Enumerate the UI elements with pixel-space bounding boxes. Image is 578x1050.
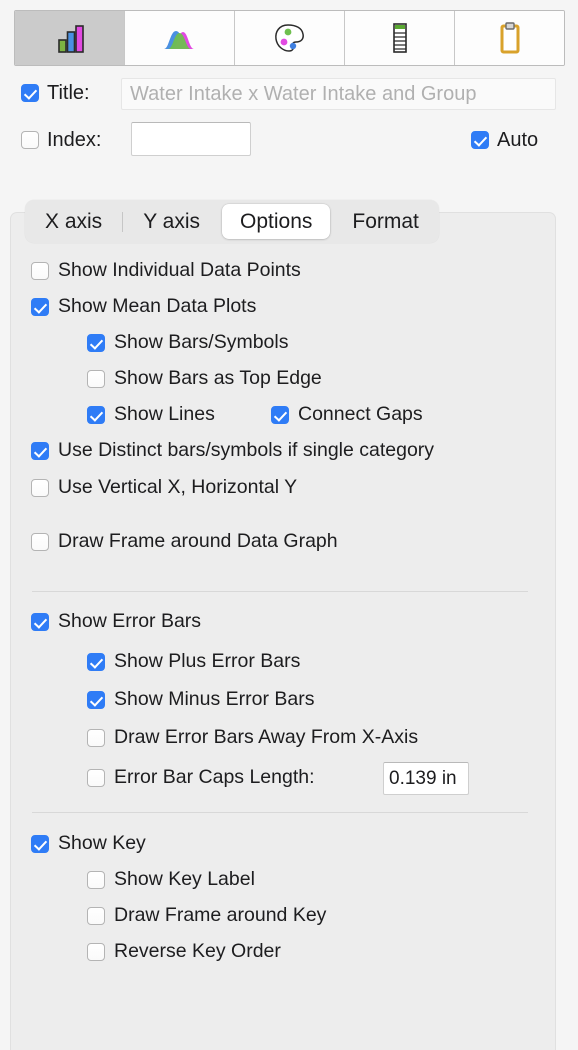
option-show-key[interactable]: Show Key (31, 832, 146, 854)
index-label: Index: (47, 129, 102, 151)
option-label: Error Bar Caps Length: (114, 766, 315, 788)
tab-options[interactable]: Options (222, 204, 331, 239)
option-label: Use Vertical X, Horizontal Y (58, 476, 298, 498)
title-label: Title: (47, 82, 90, 104)
option-show-mean-data-plots[interactable]: Show Mean Data Plots (31, 295, 257, 317)
auto-label: Auto (497, 129, 539, 151)
show-bars-symbols-checkbox[interactable] (87, 333, 105, 352)
draw-error-bars-away-from-x-axis-checkbox[interactable] (87, 728, 105, 747)
show-lines-checkbox[interactable] (87, 405, 105, 424)
show-minus-error-bars-checkbox[interactable] (87, 690, 105, 709)
section-divider-2 (32, 812, 528, 813)
show-mean-data-plots-checkbox[interactable] (31, 297, 49, 316)
distribution-curve-icon (163, 31, 194, 49)
tab-divider (122, 211, 124, 232)
tab-bar[interactable]: X axis Y axis Options Format (25, 200, 439, 243)
title-row: Title: Water Intake x Water Intake and G… (0, 76, 578, 112)
index-checkbox[interactable] (21, 131, 39, 149)
option-use-vertical-x-horizontal-y[interactable]: Use Vertical X, Horizontal Y (31, 476, 298, 498)
option-label: Show Bars/Symbols (114, 331, 289, 353)
tab-x-axis[interactable]: X axis (27, 204, 120, 239)
toolbar-button-graph[interactable] (15, 11, 125, 65)
option-label: Show Key Label (114, 868, 255, 890)
title-input[interactable]: Water Intake x Water Intake and Group (121, 78, 556, 110)
error-bar-caps-length-checkbox[interactable] (87, 768, 105, 787)
option-label: Show Bars as Top Edge (114, 367, 322, 389)
connect-gaps-checkbox[interactable] (271, 405, 289, 424)
option-label: Reverse Key Order (114, 940, 281, 962)
option-label: Show Key (58, 832, 146, 854)
option-label: Draw Frame around Data Graph (58, 530, 338, 552)
option-show-bars-as-top-edge[interactable]: Show Bars as Top Edge (87, 367, 322, 389)
option-show-individual-data-points[interactable]: Show Individual Data Points (31, 259, 301, 281)
toolbar-button-colors[interactable] (235, 11, 345, 65)
option-show-key-label[interactable]: Show Key Label (87, 868, 255, 890)
index-input[interactable] (131, 122, 251, 156)
option-show-minus-error-bars[interactable]: Show Minus Error Bars (87, 688, 315, 710)
error-bar-caps-length-input[interactable]: 0.139 in (383, 762, 469, 795)
section-divider-1 (32, 591, 528, 592)
bar-chart-icon (57, 25, 84, 53)
option-label: Show Mean Data Plots (58, 295, 257, 317)
show-error-bars-checkbox[interactable] (31, 612, 49, 631)
index-row: Index: Auto (0, 122, 578, 162)
option-show-error-bars[interactable]: Show Error Bars (31, 610, 202, 632)
draw-frame-around-data-graph-checkbox[interactable] (31, 532, 49, 551)
option-label: Show Minus Error Bars (114, 688, 315, 710)
option-use-distinct-bars-symbols[interactable]: Use Distinct bars/symbols if single cate… (31, 439, 435, 461)
option-reverse-key-order[interactable]: Reverse Key Order (87, 940, 281, 962)
tab-format[interactable]: Format (334, 204, 437, 239)
draw-frame-around-key-checkbox[interactable] (87, 906, 105, 925)
option-label: Use Distinct bars/symbols if single cate… (58, 439, 435, 461)
reverse-key-order-checkbox[interactable] (87, 942, 105, 961)
option-label: Draw Error Bars Away From X-Axis (114, 726, 419, 748)
option-draw-frame-around-data-graph[interactable]: Draw Frame around Data Graph (31, 530, 338, 552)
option-error-bar-caps-length[interactable]: Error Bar Caps Length: (87, 766, 315, 788)
show-key-checkbox[interactable] (31, 834, 49, 853)
option-label: Connect Gaps (298, 403, 423, 425)
option-show-plus-error-bars[interactable]: Show Plus Error Bars (87, 650, 301, 672)
tab-y-axis[interactable]: Y axis (125, 204, 218, 239)
option-label: Draw Frame around Key (114, 904, 327, 926)
option-label: Show Lines (114, 403, 215, 425)
show-bars-as-top-edge-checkbox[interactable] (87, 369, 105, 388)
option-label: Show Individual Data Points (58, 259, 301, 281)
show-plus-error-bars-checkbox[interactable] (87, 652, 105, 671)
toolbar-button-clipboard[interactable] (455, 11, 564, 65)
title-checkbox[interactable] (21, 84, 39, 102)
view-toolbar[interactable] (14, 10, 565, 66)
legend-icon (392, 23, 407, 53)
palette-icon (274, 24, 304, 52)
option-label: Show Error Bars (58, 610, 202, 632)
option-show-bars-symbols[interactable]: Show Bars/Symbols (87, 331, 289, 353)
option-show-lines[interactable]: Show Lines (87, 403, 215, 425)
clipboard-icon (500, 22, 519, 54)
toolbar-button-distribution[interactable] (125, 11, 235, 65)
show-individual-data-points-checkbox[interactable] (31, 261, 49, 280)
show-key-label-checkbox[interactable] (87, 870, 105, 889)
use-vertical-x-horizontal-y-checkbox[interactable] (31, 478, 49, 497)
option-draw-frame-around-key[interactable]: Draw Frame around Key (87, 904, 327, 926)
option-connect-gaps[interactable]: Connect Gaps (271, 403, 423, 425)
toolbar-button-legend[interactable] (345, 11, 455, 65)
use-distinct-bars-symbols-checkbox[interactable] (31, 441, 49, 460)
option-draw-error-bars-away-from-x-axis[interactable]: Draw Error Bars Away From X-Axis (87, 726, 419, 748)
auto-checkbox[interactable] (471, 131, 489, 149)
option-label: Show Plus Error Bars (114, 650, 301, 672)
